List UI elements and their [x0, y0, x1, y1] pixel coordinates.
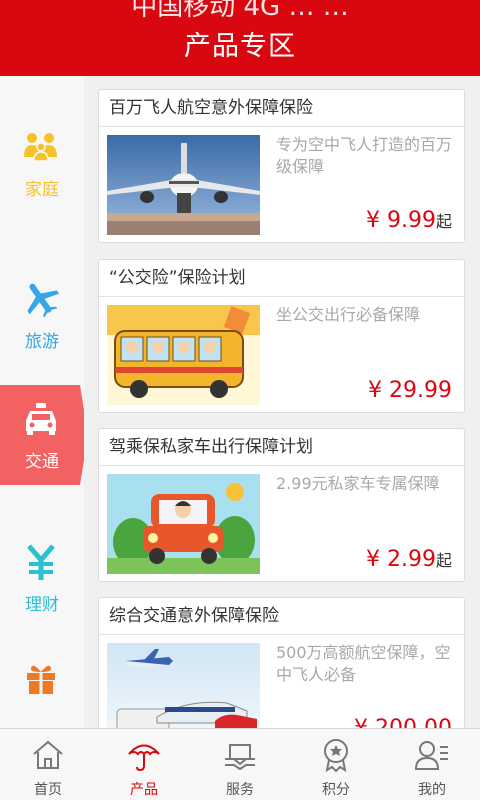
product-title: 综合交通意外保障保险 — [99, 598, 464, 635]
car-icon — [26, 403, 56, 435]
product-title: “公交险”保险计划 — [99, 260, 464, 297]
sidebar-item-label: 家庭 — [25, 180, 59, 200]
tab-label: 首页 — [34, 782, 62, 798]
product-price: ¥ 2.99起 — [366, 547, 452, 572]
price-value: ¥ 2.99 — [366, 547, 436, 572]
tab-label: 我的 — [418, 782, 446, 798]
tab-service[interactable]: 服务 — [192, 729, 288, 800]
price-value: ¥ 200.00 — [354, 716, 452, 728]
airplane-icon — [27, 283, 60, 318]
product-image-bus — [107, 305, 260, 405]
sidebar-item-traffic[interactable]: 交通 — [0, 385, 88, 485]
sidebar-item-family[interactable]: 家庭 — [0, 113, 84, 213]
tab-mine[interactable]: 我的 — [384, 729, 480, 800]
product-card[interactable]: 百万飞人航空意外保障保险 专为空中飞人打造的百万级保障 ¥ 9.99起 — [98, 89, 465, 243]
family-icon — [24, 133, 57, 162]
app-header: 中国移动 4G … … 产品专区 — [0, 0, 480, 76]
sidebar-item-label: 交通 — [25, 452, 59, 472]
product-image-transport — [107, 643, 260, 728]
umbrella-icon — [128, 744, 160, 772]
product-image-airplane — [107, 135, 260, 235]
product-title: 百万飞人航空意外保障保险 — [99, 90, 464, 127]
tab-label: 服务 — [226, 782, 254, 798]
product-price: ¥ 200.00 — [354, 716, 452, 728]
product-card[interactable]: “公交险”保险计划 坐公交出行必备保障 ¥ 29.99 — [98, 259, 465, 413]
product-title: 驾乘保私家车出行保障计划 — [99, 429, 464, 466]
status-bar-text: 中国移动 4G … … — [131, 0, 349, 22]
gift-icon — [27, 665, 55, 694]
product-card[interactable]: 驾乘保私家车出行保障计划 2.99元私家车专属保障 ¥ 2.99起 — [98, 428, 465, 582]
page-title: 产品专区 — [184, 31, 296, 62]
tab-label: 产品 — [130, 782, 158, 798]
home-icon — [33, 740, 63, 769]
yuan-icon — [27, 544, 55, 580]
handshake-icon — [225, 744, 255, 771]
product-description: 500万高额航空保障，空中飞人必备 — [276, 643, 451, 684]
product-list: 百万飞人航空意外保障保险 专为空中飞人打造的百万级保障 ¥ 9.99起 “公交险… — [84, 76, 480, 728]
tab-home[interactable]: 首页 — [0, 729, 96, 800]
product-price: ¥ 29.99 — [368, 378, 452, 403]
product-description: 专为空中飞人打造的百万级保障 — [276, 135, 453, 176]
price-unit: 起 — [435, 212, 452, 231]
bottom-tab-bar: 首页 产品 服务 积分 我的 — [0, 728, 480, 800]
price-value: ¥ 9.99 — [366, 208, 436, 233]
product-description: 坐公交出行必备保障 — [276, 305, 421, 324]
category-sidebar: 家庭 旅游 交通 理财 — [0, 76, 88, 728]
medal-icon — [324, 739, 348, 773]
tab-label: 积分 — [322, 782, 350, 798]
product-image-car — [107, 474, 260, 574]
price-value: ¥ 29.99 — [368, 378, 452, 403]
tab-points[interactable]: 积分 — [288, 729, 384, 800]
sidebar-item-label: 理财 — [25, 595, 59, 615]
sidebar-item-finance[interactable]: 理财 — [0, 528, 84, 628]
user-icon — [414, 741, 448, 770]
sidebar-item-label: 旅游 — [25, 332, 59, 352]
product-card[interactable]: 综合交通意外保障保险 500万高额航空保障，空中飞人必备 ¥ 200.00 — [98, 597, 465, 728]
product-price: ¥ 9.99起 — [366, 208, 452, 233]
product-description: 2.99元私家车专属保障 — [276, 474, 440, 493]
sidebar-item-travel[interactable]: 旅游 — [0, 265, 84, 365]
price-unit: 起 — [435, 551, 452, 570]
tab-products[interactable]: 产品 — [96, 729, 192, 800]
